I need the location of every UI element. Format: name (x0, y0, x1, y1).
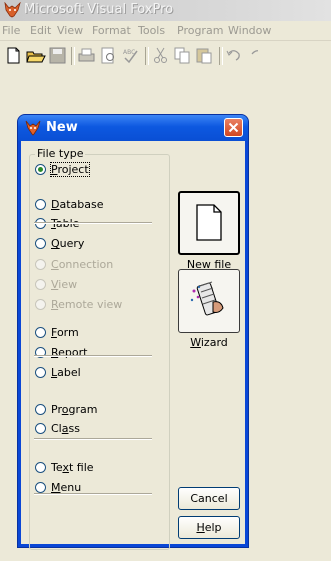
menu-format[interactable]: Format (92, 24, 131, 37)
radio-circle (35, 299, 46, 310)
radio-circle[interactable] (35, 164, 46, 175)
menu-file[interactable]: File (2, 24, 20, 37)
paste-icon[interactable] (194, 45, 215, 66)
close-button[interactable] (224, 118, 243, 137)
wizard-button[interactable] (178, 269, 240, 333)
radio-label: Text file (51, 461, 94, 474)
cut-icon[interactable] (150, 45, 171, 66)
radio-label: Project (50, 162, 90, 177)
copy-icon[interactable] (172, 45, 193, 66)
radio-circle[interactable] (35, 404, 46, 415)
open-folder-icon[interactable] (25, 45, 46, 66)
help-button[interactable]: Help (178, 516, 240, 539)
radio-label: Query (51, 237, 85, 250)
menu-bar: File Edit View Format Tools Program Wind… (0, 21, 331, 41)
radio-circle (35, 259, 46, 270)
new-file-button[interactable] (178, 191, 240, 255)
dialog-body: File type Project Database Table Query Conne… (21, 141, 245, 550)
radio-label: Form (51, 326, 79, 339)
dialog-title: New (46, 120, 78, 135)
save-icon[interactable] (47, 45, 68, 66)
radio-circle[interactable] (35, 367, 46, 378)
wizard-icon (190, 281, 224, 316)
radio-label: Report (51, 346, 88, 359)
wizard-label: Wizard (190, 336, 228, 349)
blank-document-icon (196, 204, 222, 241)
radio-circle[interactable] (35, 482, 46, 493)
radio-circle[interactable] (35, 423, 46, 434)
radio-circle (35, 279, 46, 290)
radio-label: Connection (51, 258, 114, 271)
radio-label: Remote view (51, 298, 123, 311)
menu-tools[interactable]: Tools (138, 24, 165, 37)
toolbar-separator (219, 47, 223, 65)
file-type-label: File type (35, 147, 86, 160)
app-title: Microsoft Visual FoxPro (24, 2, 174, 17)
group-divider (34, 493, 152, 495)
toolbar-separator (145, 47, 149, 65)
cancel-button[interactable]: Cancel (178, 487, 240, 510)
radio-circle[interactable] (35, 462, 46, 473)
redo-icon[interactable] (246, 45, 258, 66)
radio-circle[interactable] (35, 199, 46, 210)
spell-check-icon[interactable]: ABC (120, 45, 141, 66)
menu-program[interactable]: Program (177, 24, 223, 37)
foxpro-app-icon (4, 2, 21, 18)
radio-circle[interactable] (35, 327, 46, 338)
group-divider (34, 355, 152, 357)
radio-label: Class (51, 422, 80, 435)
radio-circle[interactable] (35, 238, 46, 249)
radio-label: Label (51, 366, 81, 379)
menu-edit[interactable]: Edit (30, 24, 51, 37)
new-file-icon[interactable] (3, 45, 24, 66)
close-icon (228, 122, 239, 133)
foxpro-icon (25, 120, 41, 136)
toolbar-separator (71, 47, 75, 65)
app-titlebar: Microsoft Visual FoxPro (0, 0, 331, 21)
group-divider (34, 438, 152, 440)
radio-label: Program (51, 403, 98, 416)
menu-view[interactable]: View (57, 24, 83, 37)
dialog-titlebar[interactable]: New (18, 115, 248, 141)
menu-window[interactable]: Window (228, 24, 271, 37)
group-divider (34, 222, 152, 224)
radio-label: View (51, 278, 78, 291)
print-preview-icon[interactable] (98, 45, 119, 66)
print-icon[interactable] (76, 45, 97, 66)
radio-label: Database (51, 198, 104, 211)
standard-toolbar: ABC (0, 41, 331, 70)
new-dialog: New File type Project Database Table Query C… (18, 115, 248, 550)
undo-icon[interactable] (224, 45, 245, 66)
